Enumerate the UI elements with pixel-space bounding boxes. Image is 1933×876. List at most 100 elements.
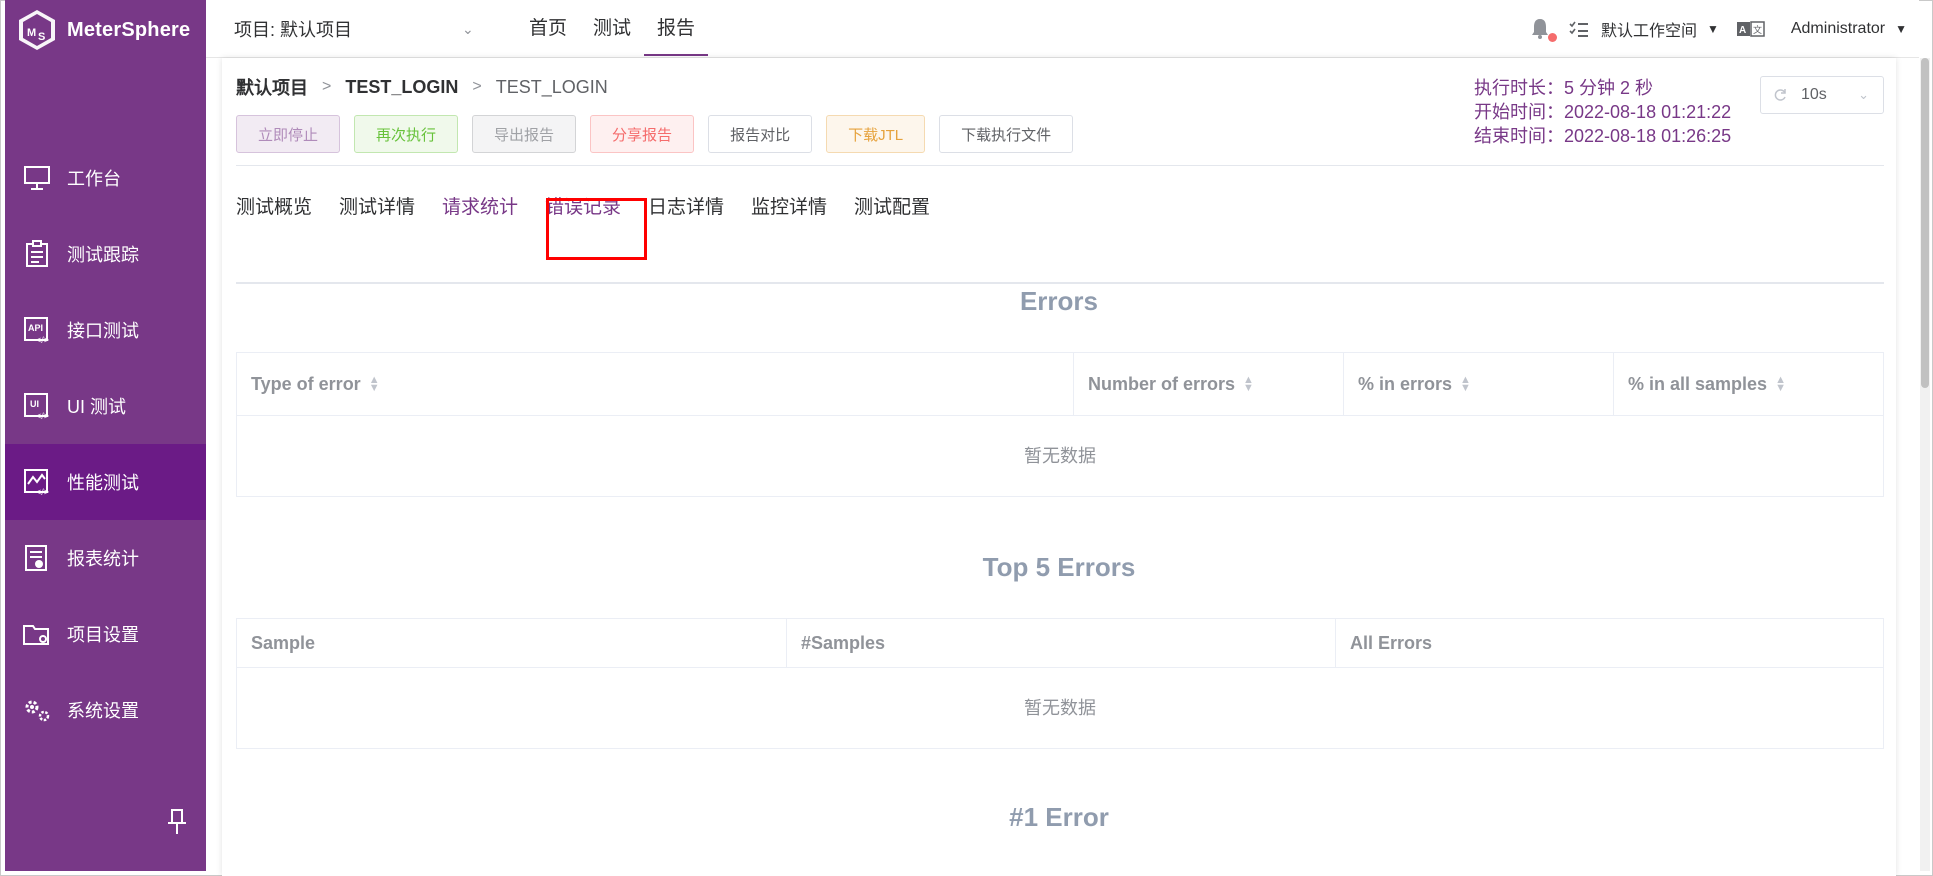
top5-errors-table: Sample #Samples All Errors 暂无数据 (236, 618, 1884, 749)
monitor-icon (21, 162, 53, 194)
caret-down-icon: ▼ (1895, 22, 1907, 36)
column-percent-in-all-samples[interactable]: % in all samples ▲ ▼ (1614, 353, 1883, 415)
table-header: Sample #Samples All Errors (237, 619, 1883, 668)
chevron-right-icon: > (322, 78, 332, 95)
refresh-icon (1774, 89, 1786, 101)
sidebar-item-label: 性能测试 (67, 473, 139, 493)
column-percent-in-errors[interactable]: % in errors ▲ ▼ (1344, 353, 1614, 415)
execution-info: 执行时长：5 分钟 2 秒 开始时间：2022-08-18 01:21:22 结… (1474, 76, 1731, 148)
tab-test-config[interactable]: 测试配置 (854, 192, 930, 219)
sidebar-nav: 工作台 测试跟踪 API </> 接口测试 UI </> UI 测试 </> 性能测… (5, 140, 206, 748)
rerun-button[interactable]: 再次执行 (354, 115, 459, 153)
column-label: % in all samples (1628, 373, 1768, 394)
api-icon: API </> (21, 314, 53, 346)
app-name: MeterSphere (67, 18, 191, 41)
breadcrumb-test[interactable]: TEST_LOGIN (345, 77, 458, 98)
sidebar-item-label: 测试跟踪 (67, 245, 139, 265)
export-report-button[interactable]: 导出报告 (472, 115, 577, 153)
menu-test[interactable]: 测试 (580, 0, 644, 58)
logo[interactable]: M S MeterSphere (15, 8, 190, 52)
column-label: Type of error (251, 373, 361, 394)
language-switch-icon[interactable]: A 文 (1736, 21, 1765, 37)
list-check-icon (1569, 21, 1588, 37)
sidebar-item-api-test[interactable]: API </> 接口测试 (5, 292, 206, 368)
highlight-box (546, 198, 647, 260)
errors-title: Errors (1019, 286, 1099, 316)
chevron-right-icon: > (472, 78, 482, 95)
caret-down-icon: ▼ (1706, 22, 1719, 36)
column-samples-count: #Samples (787, 619, 1336, 667)
breadcrumb-project[interactable]: 默认项目 (236, 74, 308, 100)
tabs-underline (236, 282, 1884, 284)
tab-log-details[interactable]: 日志详情 (648, 192, 724, 219)
sort-icon[interactable]: ▲ ▼ (1243, 375, 1254, 394)
menu-report[interactable]: 报告 (644, 0, 709, 58)
svg-text:UI: UI (30, 399, 39, 409)
vertical-scrollbar[interactable] (1920, 58, 1930, 871)
sidebar-item-ui-test[interactable]: UI </> UI 测试 (5, 368, 206, 444)
sort-icon[interactable]: ▲ ▼ (369, 375, 380, 394)
sidebar-item-label: 项目设置 (67, 625, 139, 645)
sidebar-item-project-settings[interactable]: 项目设置 (5, 596, 206, 672)
sidebar-item-report-stats[interactable]: 报表统计 (5, 520, 206, 596)
ui-test-icon: UI </> (21, 390, 53, 422)
tab-monitor-details[interactable]: 监控详情 (751, 192, 827, 219)
compare-report-button[interactable]: 报告对比 (708, 115, 813, 153)
report-toolbar: 立即停止 再次执行 导出报告 分享报告 报告对比 下载JTL 下载执行文件 (236, 115, 1087, 153)
errors-table: Type of error ▲ ▼ Number of errors ▲ ▼ % i… (236, 352, 1884, 497)
user-menu[interactable]: Administrator ▼ (1791, 20, 1907, 38)
svg-text:</>: </> (36, 411, 49, 420)
performance-chart-icon: </> (21, 466, 53, 498)
scrollbar-thumb[interactable] (1921, 58, 1929, 388)
svg-text:</>: </> (36, 487, 49, 496)
project-label: 项目: 默认项目 (234, 20, 353, 40)
start-time: 开始时间：2022-08-18 01:21:22 (1474, 102, 1732, 122)
metersphere-logo-icon: M S (19, 10, 55, 50)
sidebar-item-label: UI 测试 (67, 397, 127, 417)
column-label: % in errors (1358, 373, 1453, 394)
top-menu: 首页 测试 报告 (516, 0, 709, 58)
header-right: 默认工作空间 ▼ A 文 Administrator ▼ (1529, 0, 1919, 58)
svg-text:S: S (38, 31, 45, 43)
tab-details[interactable]: 测试详情 (339, 192, 415, 219)
refresh-interval-select[interactable]: 10s ⌄ (1760, 76, 1884, 114)
report-chart-icon (21, 542, 53, 574)
workspace-name: 默认工作空间 (1600, 23, 1697, 40)
clipboard-list-icon (21, 238, 53, 270)
pin-icon[interactable] (165, 808, 189, 836)
svg-text:文: 文 (1753, 24, 1762, 36)
download-exec-file-button[interactable]: 下载执行文件 (939, 115, 1074, 153)
tab-request-stats[interactable]: 请求统计 (442, 192, 518, 219)
sidebar-item-label: 工作台 (67, 169, 121, 189)
share-report-button[interactable]: 分享报告 (590, 115, 695, 153)
table-header: Type of error ▲ ▼ Number of errors ▲ ▼ % i… (237, 353, 1883, 416)
end-time: 结束时间：2022-08-18 01:26:25 (1474, 126, 1732, 146)
stop-button[interactable]: 立即停止 (236, 115, 341, 153)
bell-icon[interactable] (1529, 16, 1557, 42)
svg-text:API: API (28, 323, 43, 333)
empty-state: 暂无数据 (1024, 698, 1096, 718)
column-number-of-errors[interactable]: Number of errors ▲ ▼ (1074, 353, 1344, 415)
chevron-down-icon: ⌄ (1858, 87, 1869, 102)
sort-icon[interactable]: ▲ ▼ (1775, 375, 1786, 394)
report-card: 默认项目 > TEST_LOGIN > TEST_LOGIN 立即停止 再次执行… (222, 58, 1896, 876)
sidebar-item-workbench[interactable]: 工作台 (5, 140, 206, 216)
workspace-selector[interactable]: 默认工作空间 ▼ (1569, 17, 1719, 41)
sidebar-item-test-track[interactable]: 测试跟踪 (5, 216, 206, 292)
svg-text:A: A (1739, 25, 1746, 36)
column-type-of-error[interactable]: Type of error ▲ ▼ (237, 353, 1074, 415)
user-name: Administrator (1790, 20, 1886, 37)
top-header: 项目: 默认项目 ⌄ 首页 测试 报告 默认工作空间 ▼ A 文 Adminis… (206, 0, 1919, 58)
execution-duration: 执行时长：5 分钟 2 秒 (1474, 78, 1654, 98)
project-selector[interactable]: 项目: 默认项目 ⌄ (234, 16, 474, 42)
top5-errors-title: Top 5 Errors (982, 552, 1136, 582)
menu-home[interactable]: 首页 (516, 0, 580, 58)
sidebar-item-performance-test[interactable]: </> 性能测试 (5, 444, 206, 520)
svg-text:M: M (27, 27, 36, 39)
tab-overview[interactable]: 测试概览 (236, 192, 312, 219)
folder-settings-icon (21, 618, 53, 650)
sidebar-item-system-settings[interactable]: 系统设置 (5, 672, 206, 748)
sort-icon[interactable]: ▲ ▼ (1460, 375, 1471, 394)
chevron-down-icon: ⌄ (462, 20, 474, 37)
download-jtl-button[interactable]: 下载JTL (826, 115, 926, 153)
